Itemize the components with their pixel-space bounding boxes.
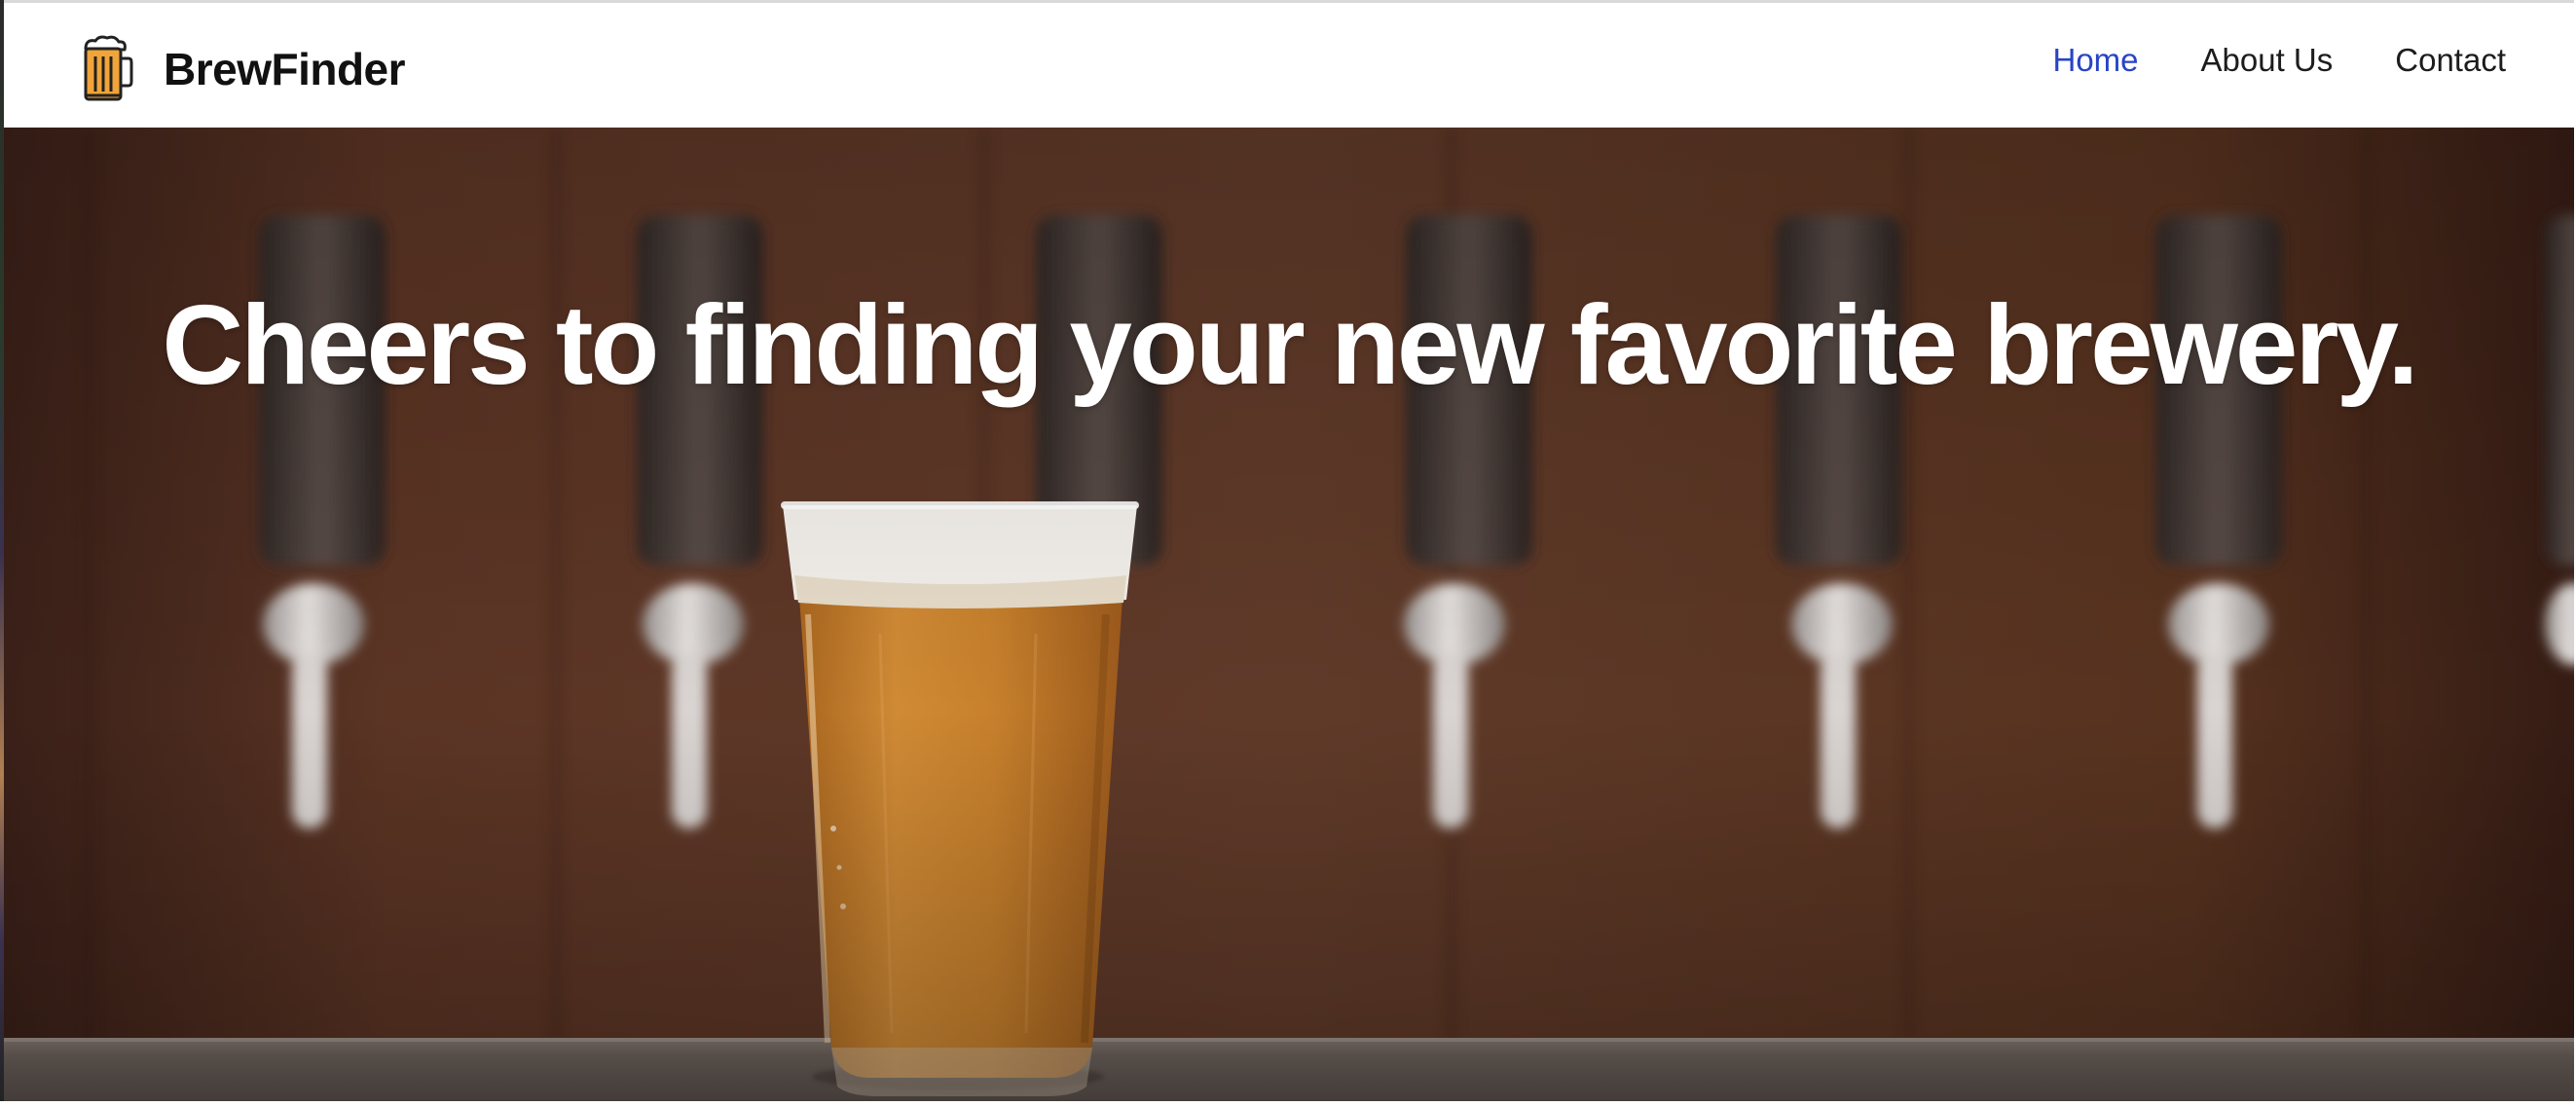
main-nav: Home About Us Contact: [2052, 42, 2506, 79]
navbar: BrewFinder Home About Us Contact: [4, 0, 2574, 128]
page: BrewFinder Home About Us Contact Cheers …: [0, 0, 2576, 1106]
hero-headline: Cheers to finding your new favorite brew…: [162, 281, 2418, 408]
page-bottom-edge: [0, 1101, 2576, 1106]
brand-link[interactable]: BrewFinder: [80, 32, 406, 106]
beer-mug-icon: [84, 35, 133, 101]
nav-link-home[interactable]: Home: [2052, 42, 2138, 79]
beer-glass-taps-image: [4, 128, 2574, 1101]
hero-section: Cheers to finding your new favorite brew…: [4, 128, 2574, 1101]
nav-link-about-us[interactable]: About Us: [2201, 42, 2334, 79]
brand-name: BrewFinder: [164, 44, 406, 94]
nav-link-contact[interactable]: Contact: [2395, 42, 2506, 79]
